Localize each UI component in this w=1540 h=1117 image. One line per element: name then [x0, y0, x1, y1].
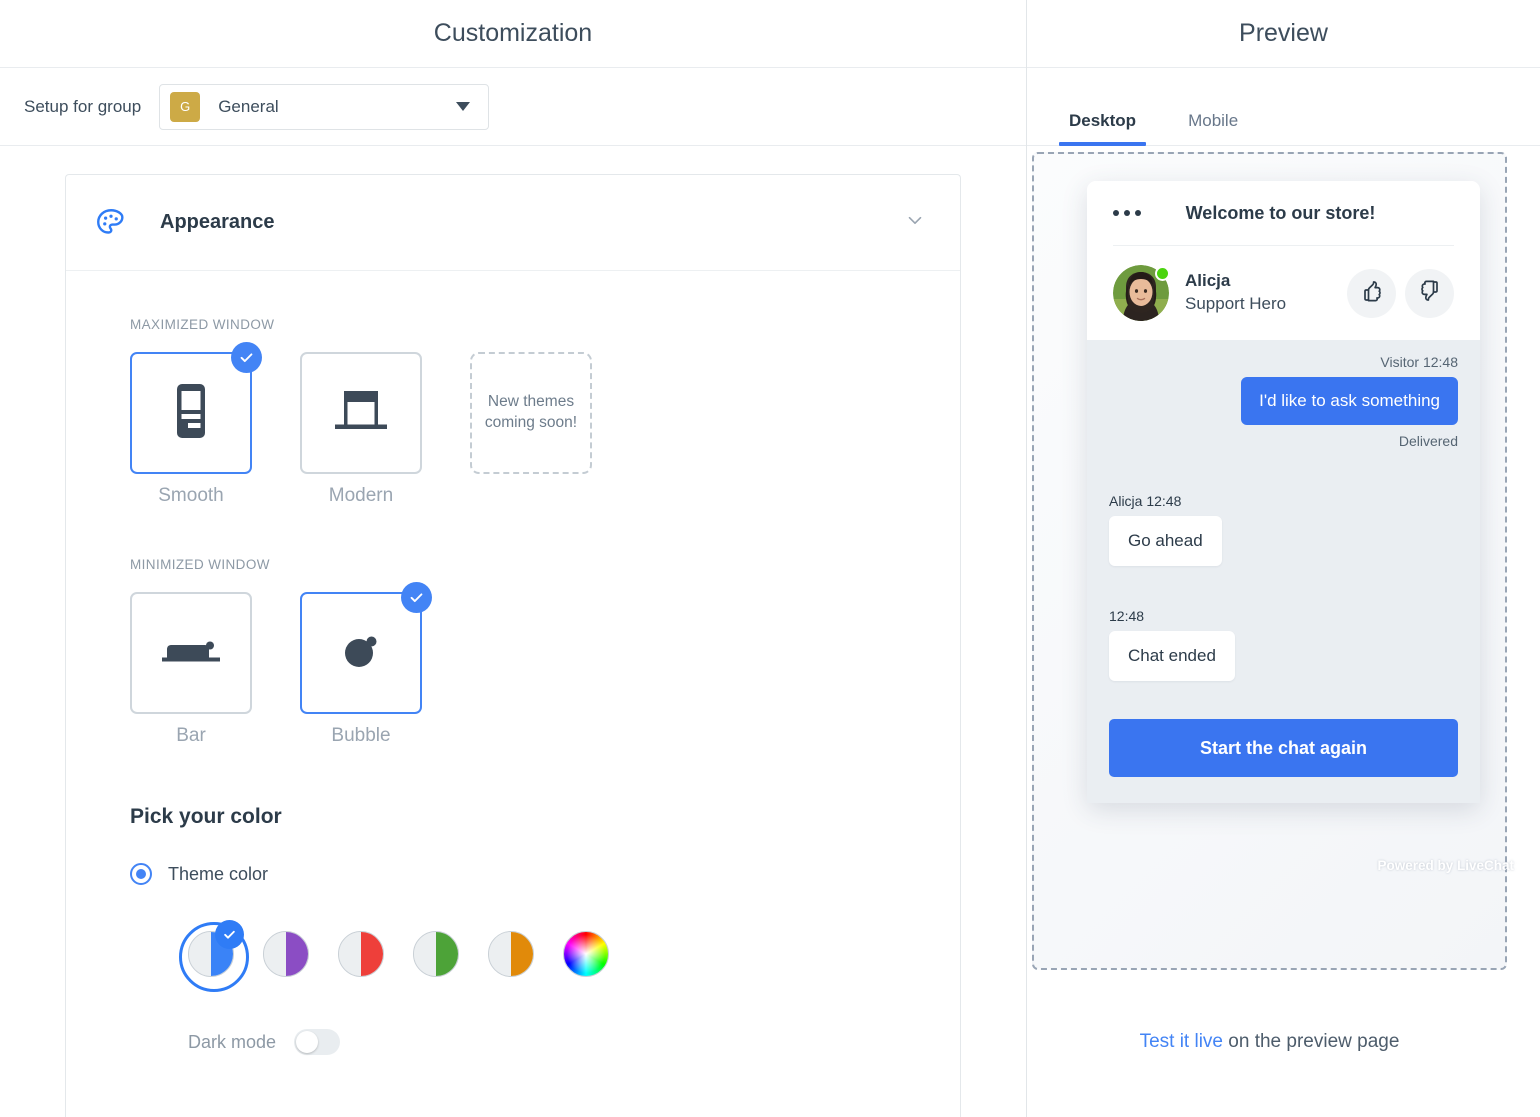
- message-agent: Alicja 12:48 Go ahead: [1109, 493, 1458, 566]
- appearance-card: Appearance MAXIMIZED WINDOW Smooth Moder…: [65, 174, 961, 1117]
- tab-mobile[interactable]: Mobile: [1178, 111, 1248, 145]
- chat-widget-title-row: Welcome to our store!: [1113, 181, 1454, 245]
- new-themes-placeholder: New themes coming soon!: [470, 352, 592, 474]
- radio-dot: [136, 869, 146, 879]
- theme-color-radio-row[interactable]: Theme color: [130, 863, 896, 885]
- avatar: [1113, 265, 1170, 321]
- powered-by-label: Powered by LiveChat: [1377, 858, 1514, 873]
- maximized-window-label: MAXIMIZED WINDOW: [130, 317, 275, 332]
- appearance-card-header[interactable]: Appearance: [66, 175, 960, 271]
- minimized-thumb-bar[interactable]: [130, 592, 252, 714]
- selected-check-icon: [215, 920, 244, 949]
- test-it-live-line: Test it live on the preview page: [1027, 1031, 1512, 1053]
- minimized-thumb-bubble[interactable]: [300, 582, 432, 714]
- desktop-window-icon: [330, 385, 392, 442]
- minimized-option-bubble[interactable]: Bubble: [300, 582, 432, 747]
- test-it-live-rest: on the preview page: [1223, 1031, 1400, 1052]
- minimized-caption-bar: Bar: [176, 725, 206, 746]
- message-bubble-outgoing: I'd like to ask something: [1241, 377, 1458, 425]
- preview-title: Preview: [1239, 19, 1328, 47]
- settings-scroll-area: Appearance MAXIMIZED WINDOW Smooth Moder…: [0, 146, 1026, 1117]
- color-swatch-custom[interactable]: [563, 931, 609, 977]
- selected-check-icon: [231, 342, 262, 373]
- theme-thumb-smooth[interactable]: [130, 342, 262, 474]
- minimized-window-options: Bar Bubble: [130, 582, 896, 747]
- palette-icon: [94, 206, 138, 240]
- dark-mode-row: Dark mode: [130, 1029, 896, 1055]
- theme-option-smooth[interactable]: Smooth: [130, 342, 262, 507]
- appearance-card-body: MAXIMIZED WINDOW Smooth Modern New theme…: [66, 271, 960, 1055]
- color-swatch-blue[interactable]: [179, 920, 249, 992]
- bar-minimized-icon: [159, 636, 223, 671]
- customization-pane: Customization Setup for group G General: [0, 0, 1027, 1117]
- theme-caption-smooth: Smooth: [158, 485, 224, 506]
- pick-your-color-title: Pick your color: [130, 805, 282, 828]
- chat-widget-title: Welcome to our store!: [1185, 202, 1376, 223]
- dark-mode-toggle[interactable]: [294, 1029, 341, 1055]
- agent-name: Alicja: [1185, 271, 1231, 291]
- thumbs-down-icon: [1418, 279, 1442, 308]
- color-swatch-orange[interactable]: [488, 931, 534, 977]
- customization-screen: Customization Setup for group G General: [0, 0, 1540, 1117]
- color-swatch-green[interactable]: [413, 931, 459, 977]
- color-wheel-icon[interactable]: [563, 931, 609, 977]
- online-status-dot: [1155, 266, 1170, 281]
- color-swatch-row: [130, 920, 896, 992]
- theme-caption-modern: Modern: [328, 485, 394, 506]
- group-selected-value: General: [218, 96, 279, 116]
- message-system: 12:48 Chat ended: [1109, 608, 1458, 681]
- message-meta: Alicja 12:48: [1109, 493, 1182, 509]
- thumbs-up-button[interactable]: [1347, 268, 1396, 318]
- test-it-live-link[interactable]: Test it live: [1140, 1031, 1223, 1052]
- minimized-window-label: MINIMIZED WINDOW: [130, 557, 270, 572]
- chat-widget: Welcome to our store! Alicja Support Her…: [1087, 181, 1480, 803]
- more-dots-icon[interactable]: [1113, 210, 1141, 216]
- appearance-title: Appearance: [160, 211, 275, 233]
- color-swatch-purple[interactable]: [263, 931, 309, 977]
- bubble-minimized-icon: [339, 629, 383, 678]
- color-swatch-red[interactable]: [338, 931, 384, 977]
- dark-mode-label: Dark mode: [188, 1031, 277, 1052]
- chevron-down-icon[interactable]: [904, 209, 926, 236]
- message-bubble-incoming: Go ahead: [1109, 516, 1222, 566]
- phone-window-icon: [169, 382, 213, 445]
- minimized-option-bar[interactable]: Bar: [130, 592, 252, 747]
- group-avatar-badge: G: [170, 91, 201, 122]
- message-status: Delivered: [1398, 433, 1458, 449]
- thumbs-down-button[interactable]: [1405, 268, 1454, 318]
- message-meta: 12:48: [1109, 608, 1145, 624]
- new-themes-text: New themes coming soon!: [484, 393, 578, 431]
- message-meta: Visitor 12:48: [1380, 354, 1458, 370]
- chat-widget-header: Welcome to our store! Alicja Support Her…: [1087, 181, 1480, 340]
- theme-option-placeholder: New themes coming soon!: [470, 352, 592, 507]
- group-label: Setup for group: [24, 96, 142, 116]
- tab-desktop[interactable]: Desktop: [1059, 111, 1147, 146]
- message-visitor: Visitor 12:48 I'd like to ask something …: [1109, 354, 1458, 449]
- theme-color-radio[interactable]: [130, 863, 152, 885]
- preview-pane: Preview Desktop Mobile Welcome to our st…: [1027, 0, 1540, 1117]
- page-title: Customization: [433, 19, 593, 47]
- theme-color-label: Theme color: [168, 863, 269, 884]
- minimized-caption-bubble: Bubble: [331, 725, 391, 746]
- chat-agent-row: Alicja Support Hero: [1113, 246, 1454, 340]
- group-setup-bar: Setup for group G General: [0, 68, 1026, 146]
- customization-header: Customization: [0, 0, 1026, 68]
- start-chat-again-button[interactable]: Start the chat again: [1109, 719, 1458, 777]
- thumbs-up-icon: [1360, 279, 1384, 308]
- agent-meta: Alicja Support Hero: [1185, 270, 1347, 316]
- toggle-knob: [296, 1031, 319, 1053]
- preview-header: Preview: [1027, 0, 1540, 68]
- theme-option-modern[interactable]: Modern: [300, 352, 422, 507]
- message-bubble-incoming: Chat ended: [1109, 631, 1235, 681]
- chevron-down-icon: [456, 102, 471, 111]
- maximized-window-options: Smooth Modern New themes coming soon!: [130, 342, 896, 507]
- rating-buttons: [1347, 268, 1454, 318]
- preview-stage: Welcome to our store! Alicja Support Her…: [1027, 146, 1540, 1117]
- agent-role: Support Hero: [1185, 294, 1287, 313]
- chat-messages: Visitor 12:48 I'd like to ask something …: [1087, 340, 1480, 803]
- theme-thumb-modern[interactable]: [300, 352, 422, 474]
- selected-check-icon: [401, 582, 432, 613]
- preview-tabs: Desktop Mobile: [1027, 68, 1540, 146]
- group-select[interactable]: G General: [159, 83, 490, 130]
